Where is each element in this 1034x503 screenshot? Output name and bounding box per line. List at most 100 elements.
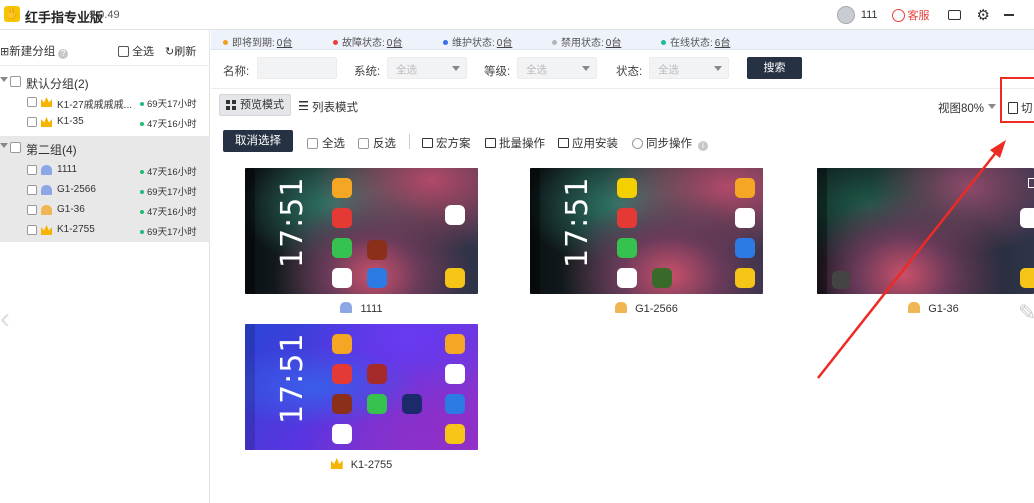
device-checkbox[interactable] bbox=[27, 185, 37, 195]
select-all-toggle[interactable]: 全选 bbox=[307, 135, 345, 151]
app-icon[interactable] bbox=[735, 178, 755, 198]
phone-preview-g1-36[interactable] bbox=[817, 168, 1034, 294]
checkbox-icon[interactable] bbox=[118, 46, 129, 57]
device-checkbox[interactable] bbox=[27, 97, 37, 107]
status-disabled[interactable]: 禁用状态: 0台 bbox=[552, 34, 621, 49]
name-input[interactable] bbox=[257, 57, 337, 79]
level-select[interactable]: 全选 bbox=[517, 57, 597, 79]
app-icon[interactable] bbox=[367, 394, 387, 414]
macro-button[interactable]: 宏方案 bbox=[422, 135, 471, 151]
status-online[interactable]: 在线状态: 6台 bbox=[661, 34, 730, 49]
settings-app-icon[interactable] bbox=[832, 271, 850, 289]
sidebar-actions: ⊞新建分组? 全选 ↻刷新 bbox=[0, 30, 210, 66]
app-icon[interactable] bbox=[735, 268, 755, 288]
edit-icon[interactable]: ✎ bbox=[1018, 300, 1034, 330]
group-second[interactable]: 第二组(4) bbox=[0, 138, 210, 158]
app-icon[interactable] bbox=[332, 364, 352, 384]
app-icon[interactable] bbox=[735, 208, 755, 228]
status-maintenance[interactable]: 维护状态: 0台 bbox=[443, 34, 512, 49]
phone-label[interactable]: 1111 bbox=[245, 302, 478, 315]
install-button[interactable]: 应用安装 bbox=[558, 135, 618, 151]
mail-icon[interactable] bbox=[947, 10, 961, 20]
preview-mode-button[interactable]: 预览模式 bbox=[219, 94, 291, 116]
search-button[interactable]: 搜索 bbox=[747, 57, 802, 79]
app-icon[interactable] bbox=[652, 268, 672, 288]
app-icon[interactable] bbox=[1020, 268, 1034, 288]
device-row[interactable]: G1-2566 69天17小时 bbox=[0, 180, 210, 200]
chevron-down-icon[interactable] bbox=[0, 77, 8, 82]
device-row[interactable]: K1-2755 69天17小时 bbox=[0, 220, 210, 240]
chevron-down-icon[interactable] bbox=[988, 104, 996, 109]
phone-preview-1111[interactable]: 17:51 bbox=[245, 168, 478, 294]
app-icon[interactable] bbox=[332, 238, 352, 258]
app-icon[interactable] bbox=[332, 208, 352, 228]
group-checkbox[interactable] bbox=[10, 142, 21, 153]
system-select[interactable]: 全选 bbox=[387, 57, 467, 79]
app-icon[interactable] bbox=[332, 178, 352, 198]
app-icon[interactable] bbox=[445, 334, 465, 354]
app-icon[interactable] bbox=[402, 394, 422, 414]
help-icon[interactable]: ? bbox=[58, 49, 69, 59]
refresh-button[interactable]: ↻刷新 bbox=[165, 43, 196, 59]
phone-label[interactable]: G1-2566 bbox=[530, 302, 763, 315]
app-icon[interactable] bbox=[617, 178, 637, 198]
app-icon[interactable] bbox=[445, 394, 465, 414]
device-checkbox[interactable] bbox=[27, 165, 37, 175]
minimize-icon[interactable] bbox=[1004, 14, 1014, 16]
state-select[interactable]: 全选 bbox=[649, 57, 729, 79]
app-icon[interactable] bbox=[445, 268, 465, 288]
app-icon[interactable] bbox=[617, 208, 637, 228]
group-default[interactable]: 默认分组(2) bbox=[0, 72, 210, 92]
status-fault[interactable]: 故障状态: 0台 bbox=[333, 34, 402, 49]
app-icon[interactable] bbox=[332, 394, 352, 414]
app-icon[interactable] bbox=[445, 424, 465, 444]
app-icon[interactable] bbox=[1020, 208, 1034, 228]
app-icon[interactable] bbox=[617, 268, 637, 288]
app-icon[interactable] bbox=[445, 205, 465, 225]
status-expiring[interactable]: 即将到期: 0台 bbox=[223, 34, 292, 49]
sync-toggle[interactable]: 同步操作 i bbox=[632, 135, 708, 151]
app-icon[interactable] bbox=[445, 364, 465, 384]
radio-icon[interactable] bbox=[632, 138, 643, 149]
device-checkbox[interactable] bbox=[27, 225, 37, 235]
app-icon[interactable] bbox=[367, 268, 387, 288]
checkbox-icon[interactable] bbox=[358, 138, 369, 149]
app-icon[interactable] bbox=[617, 238, 637, 258]
support-button[interactable]: 客服 bbox=[908, 7, 930, 23]
group-checkbox[interactable] bbox=[10, 76, 21, 87]
batch-button[interactable]: 批量操作 bbox=[485, 135, 545, 151]
device-checkbox[interactable] bbox=[27, 117, 37, 127]
username[interactable]: 111 bbox=[861, 9, 878, 21]
device-row[interactable]: 1111 47天16小时 bbox=[0, 160, 210, 180]
phone-preview-k1-2755[interactable]: 17:51 bbox=[245, 324, 478, 450]
device-name: G1-2566 bbox=[57, 184, 96, 195]
zoom-select[interactable]: 视图80% bbox=[938, 100, 984, 116]
avatar[interactable] bbox=[836, 6, 855, 24]
list-mode-button[interactable]: 列表模式 bbox=[299, 99, 358, 115]
app-icon[interactable] bbox=[735, 238, 755, 258]
sidebar-select-all[interactable]: 全选 bbox=[118, 43, 154, 59]
chevron-down-icon[interactable] bbox=[0, 143, 8, 148]
phone-label[interactable]: G1-36 bbox=[817, 302, 1034, 315]
app-icon[interactable] bbox=[332, 268, 352, 288]
phone-label[interactable]: K1-2755 bbox=[245, 458, 478, 471]
scroll-left-icon[interactable]: ‹ bbox=[0, 302, 10, 372]
device-row[interactable]: K1-35 47天16小时 bbox=[0, 112, 210, 132]
sidebar: ⊞新建分组? 全选 ↻刷新 默认分组(2) K1-27戚戚戚戚... 69天17… bbox=[0, 30, 210, 503]
phone-preview-g1-2566[interactable]: 17:51 bbox=[530, 168, 763, 294]
app-icon[interactable] bbox=[332, 334, 352, 354]
highlight-box bbox=[1000, 77, 1034, 123]
device-row[interactable]: G1-36 47天16小时 bbox=[0, 200, 210, 220]
invert-select-toggle[interactable]: 反选 bbox=[358, 135, 396, 151]
cancel-select-button[interactable]: 取消选择 bbox=[223, 130, 293, 152]
app-icon[interactable] bbox=[367, 364, 387, 384]
info-icon[interactable]: i bbox=[698, 141, 708, 151]
app-icon[interactable] bbox=[367, 240, 387, 260]
gear-icon[interactable]: ⚙ bbox=[977, 8, 990, 23]
app-icon[interactable] bbox=[332, 424, 352, 444]
checkbox-icon[interactable] bbox=[307, 138, 318, 149]
device-row[interactable]: K1-27戚戚戚戚... 69天17小时 bbox=[0, 92, 210, 112]
device-checkbox[interactable] bbox=[27, 205, 37, 215]
support-icon[interactable] bbox=[891, 8, 905, 22]
new-group-button[interactable]: ⊞新建分组? bbox=[0, 43, 69, 59]
